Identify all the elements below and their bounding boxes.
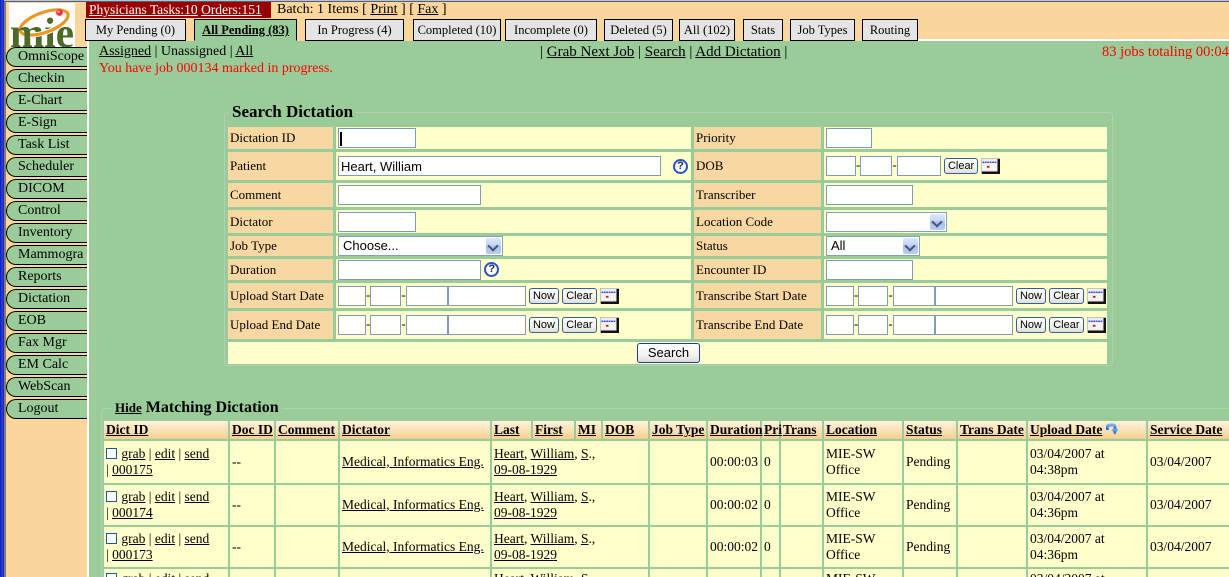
svg-text:mie: mie (10, 11, 74, 47)
